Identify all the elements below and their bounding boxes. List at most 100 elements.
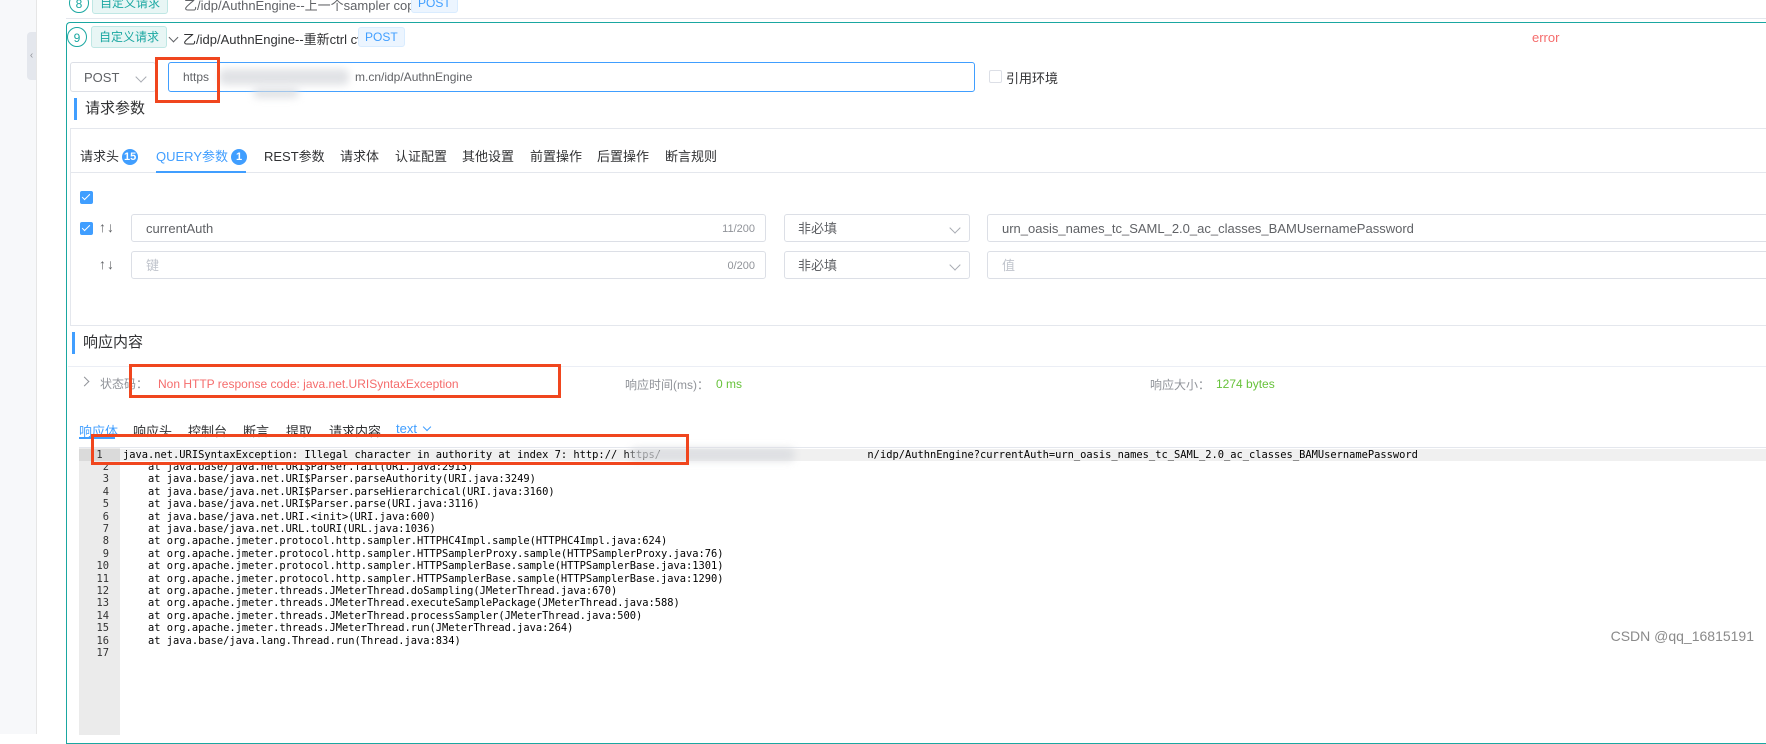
chevron-down-icon [422, 422, 431, 432]
code-line: 13 at org.apache.jmeter.threads.JMeterTh… [79, 597, 1766, 609]
step-type-tag: 自定义请求 [92, 0, 169, 14]
tab-auth-config[interactable]: 认证配置 [395, 146, 447, 165]
char-counter: 11/200 [722, 223, 755, 235]
line-number: 10 [96, 560, 109, 573]
tab-request-body[interactable]: 请求体 [340, 146, 379, 165]
step-title[interactable]: 乙/idp/AuthnEngine--重新ctrl cv [168, 29, 364, 48]
tab-pre-actions[interactable]: 前置操作 [530, 146, 582, 165]
line-number: 3 [102, 473, 109, 486]
tab-label: QUERY参数 [156, 149, 228, 164]
url-redaction-blur [253, 88, 299, 98]
response-section-title: 响应内容 [72, 332, 143, 354]
param-value-input[interactable]: 值 [987, 251, 1766, 279]
method-select-value: POST [84, 70, 120, 85]
line-number: 9 [102, 547, 109, 560]
chevron-down-icon [949, 222, 961, 234]
active-tab-indicator [156, 171, 246, 173]
url-input-text-end: m.cn/idp/AuthnEngine [355, 70, 473, 84]
response-time-value: 0 ms [716, 377, 743, 391]
code-line: 15 at org.apache.jmeter.threads.JMeterTh… [79, 622, 1766, 634]
tab-post-actions[interactable]: 后置操作 [597, 146, 649, 165]
line-number: 6 [102, 510, 109, 523]
param-value-placeholder: 值 [1002, 258, 1016, 273]
use-env-checkbox[interactable] [989, 70, 1002, 83]
sort-arrows-icon[interactable]: ↑↓ [99, 219, 115, 235]
code-line-text: at java.base/java.net.URI$Parser.parseAu… [123, 473, 536, 486]
tab-query-params[interactable]: QUERY参数 1 [156, 146, 247, 165]
param-key-value: currentAuth [146, 221, 214, 236]
sort-arrows-icon[interactable]: ↑↓ [99, 256, 115, 272]
code-line: 4 at java.base/java.net.URI$Parser.parse… [79, 486, 1766, 498]
step-index: 9 [67, 27, 87, 47]
code-line-text: at org.apache.jmeter.threads.JMeterThrea… [123, 597, 680, 610]
tab-other-settings[interactable]: 其他设置 [462, 146, 514, 165]
step-type-tag: 自定义请求 [91, 26, 168, 48]
code-line: 5 at java.base/java.net.URI$Parser.parse… [79, 498, 1766, 510]
param-key-input[interactable]: 键 0/200 [131, 251, 766, 279]
count-badge: 1 [231, 149, 247, 165]
method-tag: POST [358, 27, 405, 47]
tab-label: 请求头 [80, 149, 120, 164]
chevron-down-icon [135, 71, 147, 83]
line-number: 15 [96, 622, 109, 635]
chevron-down-icon[interactable] [168, 32, 179, 43]
code-line-text: at org.apache.jmeter.protocol.http.sampl… [123, 547, 724, 560]
line-number: 8 [102, 535, 109, 548]
tab-assertions[interactable]: 断言规则 [665, 146, 717, 165]
param-required-select[interactable]: 非必填 [784, 251, 970, 279]
method-select[interactable]: POST [70, 62, 156, 92]
code-line-text: at org.apache.jmeter.threads.JMeterThrea… [123, 584, 618, 597]
step-index: 8 [69, 0, 89, 13]
tab-rest-params[interactable]: REST参数 [264, 146, 325, 165]
previous-step-row[interactable]: 8 自定义请求 乙/idp/AuthnEngine--上一个sampler co… [66, 0, 1766, 19]
param-key-placeholder: 键 [146, 258, 160, 273]
tab-request-headers[interactable]: 请求头 15 [80, 146, 139, 165]
code-line: 9 at org.apache.jmeter.protocol.http.sam… [79, 548, 1766, 560]
param-required-select[interactable]: 非必填 [784, 214, 970, 242]
code-line: 11 at org.apache.jmeter.protocol.http.sa… [79, 573, 1766, 585]
response-size-label: 响应大小： [1150, 378, 1211, 392]
code-line: 7 at java.base/java.net.URL.toURI(URL.ja… [79, 523, 1766, 535]
left-nav-strip [0, 0, 37, 734]
code-line-text: at java.base/java.net.URL.toURI(URL.java… [123, 522, 436, 535]
response-body-editor[interactable]: 1 java.net.URISyntaxException: Illegal ch… [79, 447, 1766, 735]
code-line-text: at org.apache.jmeter.protocol.http.sampl… [123, 560, 724, 573]
line-number: 13 [96, 597, 109, 610]
select-all-checkbox[interactable] [80, 191, 93, 204]
step-status-error: error [1532, 30, 1560, 45]
param-value-input[interactable]: urn_oasis_names_tc_SAML_2.0_ac_classes_B… [987, 214, 1766, 242]
param-required-value: 非必填 [798, 221, 838, 236]
code-line-text: at java.base/java.net.URI$Parser.parse(U… [123, 498, 480, 511]
param-row-checkbox[interactable] [80, 222, 93, 235]
code-line-text: at org.apache.jmeter.protocol.http.sampl… [123, 572, 724, 585]
line-number: 12 [96, 584, 109, 597]
code-line: 8 at org.apache.jmeter.protocol.http.sam… [79, 535, 1766, 547]
response-size-value: 1274 bytes [1216, 377, 1275, 391]
code-line-text: at org.apache.jmeter.protocol.http.sampl… [123, 535, 668, 548]
param-value-text: urn_oasis_names_tc_SAML_2.0_ac_classes_B… [1002, 221, 1414, 236]
use-env-label: 引用环境 [1006, 71, 1059, 86]
code-line: 16 at java.base/java.lang.Thread.run(Thr… [79, 635, 1766, 647]
step-name: 乙/idp/AuthnEngine--上一个sampler copy [184, 0, 421, 13]
response-time-label: 响应时间(ms)： [625, 378, 709, 392]
watermark: CSDN @qq_16815191 [1610, 628, 1754, 644]
code-line: 14 at org.apache.jmeter.threads.JMeterTh… [79, 610, 1766, 622]
code-line: 10 at org.apache.jmeter.protocol.http.sa… [79, 560, 1766, 572]
collapse-handle[interactable]: ‹ [27, 32, 36, 80]
count-badge: 15 [122, 149, 139, 165]
tabs-divider [70, 172, 1766, 173]
line-number: 11 [96, 572, 109, 585]
code-line-text: at java.base/java.lang.Thread.run(Thread… [123, 634, 461, 647]
code-line: 12 at org.apache.jmeter.threads.JMeterTh… [79, 585, 1766, 597]
code-line: 6 at java.base/java.net.URI.<init>(URI.j… [79, 511, 1766, 523]
line-number: 5 [102, 498, 109, 511]
code-line: 17 [79, 647, 1766, 659]
highlight-box [129, 364, 561, 398]
param-key-input[interactable]: currentAuth 11/200 [131, 214, 766, 242]
code-line-text: at org.apache.jmeter.threads.JMeterThrea… [123, 622, 574, 635]
code-line-text: at java.base/java.net.URI$Parser.parseHi… [123, 485, 555, 498]
step-name: 乙/idp/AuthnEngine--重新ctrl cv [183, 32, 364, 47]
line-number: 17 [96, 646, 109, 659]
code-line: 3 at java.base/java.net.URI$Parser.parse… [79, 473, 1766, 485]
method-tag: POST [411, 0, 458, 13]
